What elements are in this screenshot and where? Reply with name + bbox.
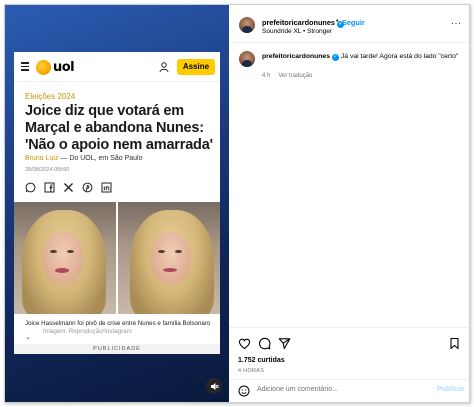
uol-header: uol Assine — [14, 52, 220, 82]
linkedin-icon — [101, 182, 112, 193]
pinterest-icon — [82, 182, 93, 193]
instagram-post-window: uol Assine Eleições 2024 Joice diz que v… — [4, 4, 470, 403]
photo-left — [14, 202, 116, 314]
publish-button[interactable]: Publicar — [437, 386, 465, 393]
share-icon[interactable] — [278, 337, 291, 350]
article-author: Bruno Luiz — [25, 155, 59, 162]
uol-logo: uol — [36, 59, 75, 75]
comment-icon[interactable] — [258, 337, 271, 350]
avatar[interactable] — [239, 17, 255, 33]
action-bar: 1.752 curtidas 4 HORAS Adicione um comen… — [229, 327, 469, 402]
user-icon — [159, 62, 169, 73]
verified-icon: ✓ — [331, 54, 339, 61]
caption-age: 4 h — [262, 73, 271, 79]
see-translation-link[interactable]: Ver tradução — [278, 73, 312, 79]
caption-meta: 4 h Ver tradução — [262, 73, 312, 79]
avatar-caption[interactable] — [239, 51, 255, 67]
menu-icon — [21, 62, 29, 73]
heart-icon[interactable] — [238, 337, 251, 350]
audio-label[interactable]: Soundride XL • Stronger — [262, 28, 332, 35]
news-article-screenshot: uol Assine Eleições 2024 Joice diz que v… — [14, 52, 220, 354]
post-header: prefeitoricardonunes ✓ • Seguir Soundride… — [229, 5, 469, 43]
likes-count[interactable]: 1.752 curtidas — [238, 357, 285, 364]
more-icon[interactable]: ··· — [451, 18, 462, 28]
article-byline: Bruno Luiz — Do UOL, em São Paulo — [25, 155, 143, 162]
share-bar — [25, 182, 112, 193]
add-comment-bar: Adicione um comentário... Publicar — [229, 379, 469, 401]
ad-label: PUBLICIDADE — [14, 344, 220, 354]
article-headline: Joice diz que votará em Marçal e abandon… — [25, 103, 213, 153]
x-icon — [63, 182, 74, 193]
post-timestamp: 4 HORAS — [238, 368, 265, 374]
chevron-down-icon: ⌄ — [25, 334, 31, 341]
comment-input[interactable]: Adicione um comentário... — [257, 386, 338, 393]
post-media[interactable]: uol Assine Eleições 2024 Joice diz que v… — [5, 5, 229, 402]
mute-icon[interactable] — [206, 378, 222, 394]
post-caption: prefeitoricardonunes ✓ Já vai tarde! Agor… — [262, 52, 462, 61]
subscribe-button: Assine — [177, 59, 215, 75]
facebook-icon — [44, 182, 55, 193]
photo-right — [118, 202, 220, 314]
emoji-icon[interactable] — [238, 385, 250, 397]
photo-caption: Joice Hasselmann foi pivô de crise entre… — [25, 320, 220, 336]
follow-button[interactable]: Seguir — [342, 18, 365, 27]
article-date: 28/08/2024 05h50 — [25, 167, 70, 173]
username-caption[interactable]: prefeitoricardonunes — [262, 53, 330, 60]
article-section: Eleições 2024 — [25, 92, 76, 101]
post-sidebar: prefeitoricardonunes ✓ • Seguir Soundride… — [229, 5, 469, 402]
caption-text: Já vai tarde! Agora está do lado "certo" — [340, 53, 459, 60]
bookmark-icon[interactable] — [448, 337, 461, 350]
separator: • — [336, 18, 339, 25]
article-photos — [14, 202, 220, 314]
whatsapp-icon — [25, 182, 36, 193]
username-header[interactable]: prefeitoricardonunes ✓ — [262, 18, 344, 28]
photo-credit: Imagem: Reprodução/Instagram — [43, 328, 132, 335]
